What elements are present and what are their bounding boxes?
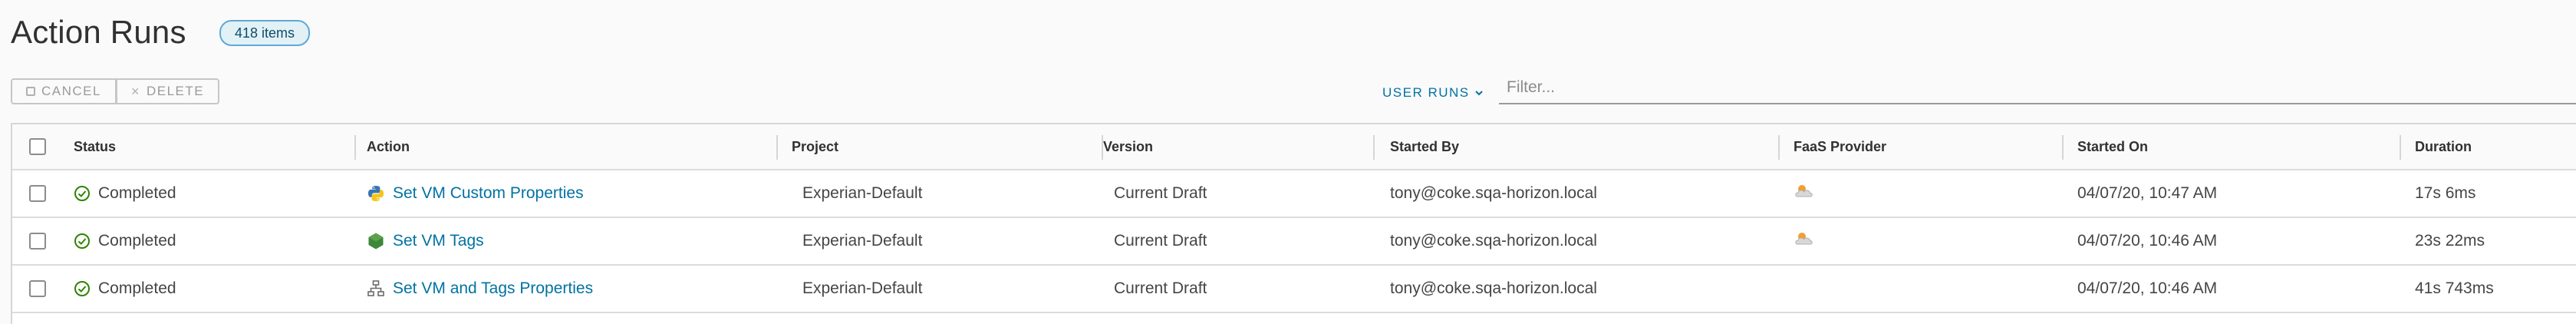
- started-on-cell: 04/07/20, 10:46 AM: [2077, 279, 2218, 297]
- column-header-version[interactable]: Version: [1103, 124, 1153, 169]
- started-on-cell: 04/07/20, 10:47 AM: [2077, 184, 2218, 202]
- table-row[interactable]: Completed Set VM and Tags Properties Exp…: [12, 266, 2576, 313]
- version-cell: Current Draft: [1114, 279, 1207, 297]
- row-checkbox[interactable]: [29, 280, 46, 297]
- column-header-duration[interactable]: Duration: [2415, 124, 2472, 169]
- row-select-cell: [29, 170, 46, 217]
- column-separator: [2062, 135, 2064, 160]
- page-title: Action Runs: [11, 14, 186, 50]
- row-checkbox[interactable]: [29, 233, 46, 250]
- delete-button[interactable]: × DELETE: [116, 78, 220, 104]
- column-separator: [1778, 135, 1780, 160]
- delete-button-label: DELETE: [146, 84, 205, 98]
- status-text: Completed: [98, 279, 176, 297]
- column-header-action[interactable]: Action: [367, 124, 410, 169]
- column-header-project[interactable]: Project: [792, 124, 838, 169]
- project-cell: Experian-Default: [802, 184, 923, 202]
- faas-provider-cell: [1794, 170, 1817, 217]
- row-checkbox[interactable]: [29, 185, 46, 202]
- column-header-faas-provider[interactable]: FaaS Provider: [1794, 124, 1886, 169]
- action-link[interactable]: Set VM Tags: [393, 232, 484, 250]
- column-header-started-by[interactable]: Started By: [1390, 124, 1459, 169]
- close-icon: ×: [130, 83, 140, 99]
- status-cell: Completed: [74, 170, 176, 217]
- table-row[interactable]: Completed Set VM Tags Experian-Default C…: [12, 218, 2576, 266]
- column-separator: [2400, 135, 2401, 160]
- status-cell: Completed: [74, 218, 176, 264]
- column-separator: [776, 135, 778, 160]
- action-button-group: CANCEL × DELETE: [11, 78, 220, 104]
- chevron-down-icon: [1474, 91, 1483, 96]
- started-on-cell: 04/07/20, 10:46 AM: [2077, 232, 2218, 250]
- item-count-badge: 418 items: [219, 20, 311, 46]
- column-header-status[interactable]: Status: [74, 124, 116, 169]
- version-cell: Current Draft: [1114, 184, 1207, 202]
- status-cell: Completed: [74, 266, 176, 312]
- status-text: Completed: [98, 232, 176, 250]
- cancel-button-label: CANCEL: [41, 84, 101, 98]
- project-cell: Experian-Default: [802, 279, 923, 297]
- faas-provider-cell: [1794, 218, 1817, 264]
- version-cell: Current Draft: [1114, 232, 1207, 250]
- check-circle-icon: [74, 233, 91, 250]
- started-by-cell: tony@coke.sqa-horizon.local: [1390, 232, 1597, 250]
- started-by-cell: tony@coke.sqa-horizon.local: [1390, 184, 1597, 202]
- action-runs-table: Status Action Project Version Started By…: [11, 123, 2576, 324]
- python-icon: [367, 184, 385, 203]
- action-link[interactable]: Set VM and Tags Properties: [393, 279, 593, 298]
- check-circle-icon: [74, 185, 91, 202]
- duration-cell: 23s 22ms: [2415, 232, 2485, 250]
- filter-input[interactable]: [1499, 72, 2576, 104]
- user-runs-label: USER RUNS: [1382, 85, 1470, 100]
- cloud-icon: [1794, 183, 1817, 204]
- cancel-button[interactable]: CANCEL: [11, 78, 117, 104]
- column-separator: [1373, 135, 1375, 160]
- started-by-cell: tony@coke.sqa-horizon.local: [1390, 279, 1597, 297]
- row-select-cell: [29, 218, 46, 264]
- duration-cell: 41s 743ms: [2415, 279, 2494, 297]
- project-cell: Experian-Default: [802, 232, 923, 250]
- select-all-checkbox[interactable]: [29, 138, 46, 155]
- table-header-row: Status Action Project Version Started By…: [12, 124, 2576, 170]
- stop-icon: [26, 87, 35, 96]
- select-all-cell: [29, 124, 46, 169]
- status-text: Completed: [98, 184, 176, 202]
- action-cell: Set VM Tags: [367, 218, 484, 264]
- cloud-icon: [1794, 230, 1817, 252]
- column-separator: [354, 135, 356, 160]
- nodejs-icon: [367, 232, 385, 250]
- table-row[interactable]: Completed Set VM Custom Properties Exper…: [12, 170, 2576, 218]
- user-runs-dropdown[interactable]: USER RUNS: [1382, 81, 1484, 104]
- flow-icon: [367, 279, 385, 298]
- check-circle-icon: [74, 280, 91, 297]
- action-cell: Set VM and Tags Properties: [367, 266, 593, 312]
- duration-cell: 17s 6ms: [2415, 184, 2476, 202]
- column-header-started-on[interactable]: Started On: [2077, 124, 2148, 169]
- action-cell: Set VM Custom Properties: [367, 170, 584, 217]
- action-link[interactable]: Set VM Custom Properties: [393, 184, 584, 203]
- row-select-cell: [29, 266, 46, 312]
